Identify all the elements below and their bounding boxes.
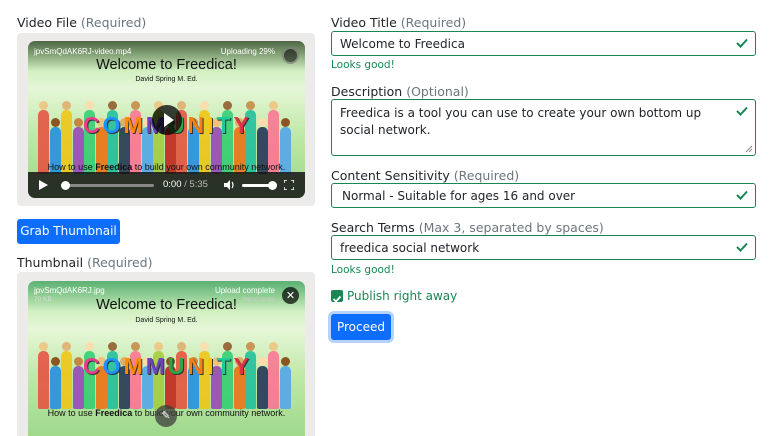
poster-caption: How to use Freedica to build your own co… — [47, 162, 286, 172]
time-display: 0:00 / 5:35 — [163, 179, 208, 190]
poster-letter: I — [207, 112, 215, 138]
crowd-person-head — [108, 341, 117, 351]
crowd-person-head — [62, 341, 71, 351]
crowd-person-head — [223, 101, 232, 111]
fullscreen-icon[interactable] — [284, 180, 294, 190]
crowd-person-head — [246, 341, 255, 351]
poster-letter: Y — [233, 353, 250, 379]
thumbnail-label: Thumbnail (Required) — [17, 255, 153, 270]
poster-title: Welcome to Freedica! — [96, 57, 237, 73]
poster-letter: C — [83, 112, 101, 138]
valid-check-icon — [736, 190, 748, 200]
crowd-person-head — [131, 341, 140, 351]
volume-slider[interactable] — [242, 181, 277, 190]
poster-author: David Spring M. Ed. — [135, 76, 198, 83]
video-title-feedback: Looks good! — [331, 59, 395, 71]
crowd-person-head — [85, 101, 94, 111]
poster-letter: M — [123, 353, 144, 379]
valid-check-icon — [736, 242, 748, 252]
video-file-label: Video File (Required) — [17, 15, 147, 30]
poster-letter: M — [123, 112, 144, 138]
crowd-person-head — [39, 101, 48, 111]
poster-letter: O — [102, 112, 122, 138]
video-player[interactable]: jpvSmQdAK6RJ-video.mp4 Uploading 29% Wel… — [28, 41, 305, 198]
crowd-person-head — [223, 341, 232, 351]
poster-letter: Y — [233, 112, 250, 138]
video-title-label: Video Title (Required) — [331, 15, 467, 30]
edit-thumbnail-icon[interactable]: ✎ — [155, 405, 177, 427]
video-filename: jpvSmQdAK6RJ-video.mp4 — [34, 47, 132, 56]
publish-label[interactable]: Publish right away — [347, 289, 457, 303]
search-terms-input[interactable]: freedica social network — [331, 235, 756, 260]
play-overlay-button[interactable] — [152, 105, 182, 135]
crowd-person-head — [39, 341, 48, 351]
crowd-person-head — [131, 101, 140, 111]
crowd-person-head — [177, 101, 186, 111]
checkmark-icon — [332, 295, 342, 303]
seek-handle[interactable] — [61, 181, 70, 190]
crowd-person-head — [85, 341, 94, 351]
crowd-person-head — [108, 101, 117, 111]
poster-letter: U — [167, 353, 186, 379]
video-upload-panel: jpvSmQdAK6RJ-video.mp4 Uploading 29% Wel… — [17, 33, 315, 206]
upload-status: Uploading 29% — [220, 47, 275, 56]
valid-check-icon — [736, 106, 748, 116]
poster-letter: C — [83, 353, 101, 379]
seek-bar[interactable] — [61, 181, 154, 190]
poster-letter: M — [145, 353, 166, 379]
crowd-person-head — [246, 101, 255, 111]
crowd-person-head — [177, 341, 186, 351]
poster-letter: T — [216, 353, 232, 379]
crowd-person-head — [62, 101, 71, 111]
content-sensitivity-select[interactable]: Normal - Suitable for ages 16 and over — [331, 183, 756, 208]
publish-checkbox[interactable] — [331, 290, 343, 303]
play-icon[interactable] — [39, 180, 48, 190]
crowd-person-head — [200, 101, 209, 111]
poster-letter: I — [207, 353, 215, 379]
thumbnail-filename: jpvSmQdAK6RJ.jpg — [34, 286, 105, 295]
proceed-button[interactable]: Proceed — [331, 314, 391, 340]
thumbnail-preview: jpvSmQdAK6RJ.jpg 70 KB Upload complete t… — [28, 281, 305, 436]
grab-thumbnail-button[interactable]: Grab Thumbnail — [17, 219, 120, 244]
crowd-person-head — [269, 341, 278, 351]
poster-letter: T — [216, 112, 232, 138]
volume-handle[interactable] — [268, 181, 277, 190]
poster-letter: O — [102, 353, 122, 379]
search-terms-feedback: Looks good! — [331, 264, 395, 276]
poster-author: David Spring M. Ed. — [135, 317, 198, 324]
crowd-person-head — [200, 341, 209, 351]
description-textarea[interactable]: Freedica is a tool you can use to create… — [331, 99, 756, 156]
content-sensitivity-label: Content Sensitivity (Required) — [331, 168, 520, 183]
community-word: COMMUNITY — [28, 353, 305, 380]
resize-handle-icon[interactable] — [745, 145, 753, 153]
volume-icon[interactable] — [224, 180, 235, 190]
poster-letter: N — [187, 112, 206, 138]
poster-letter: N — [187, 353, 206, 379]
valid-check-icon — [736, 38, 748, 48]
poster-title: Welcome to Freedica! — [96, 297, 237, 313]
description-label: Description (Optional) — [331, 84, 469, 99]
thumbnail-upload-status: Upload complete — [214, 286, 275, 295]
thumbnail-upload-panel: jpvSmQdAK6RJ.jpg 70 KB Upload complete t… — [17, 272, 315, 436]
search-terms-label: Search Terms (Max 3, separated by spaces… — [331, 220, 604, 235]
player-controls: 0:00 / 5:35 — [28, 172, 305, 198]
crowd-person-head — [154, 341, 163, 351]
video-title-input[interactable]: Welcome to Freedica — [331, 31, 756, 56]
crowd-person-head — [269, 101, 278, 111]
